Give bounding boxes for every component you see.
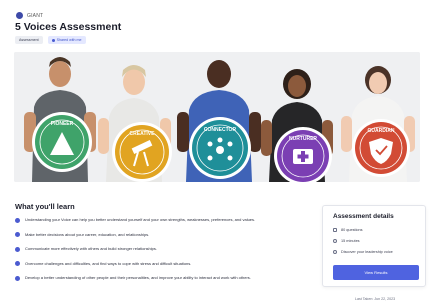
bullet-icon (15, 261, 20, 266)
category-tag: Assessment (15, 36, 43, 44)
guardian-badge: GUARDIAN (352, 119, 410, 177)
connector-label: CONNECTOR (204, 127, 237, 133)
details-title: Assessment details (333, 213, 394, 220)
list-item-text: Develop a better understanding of other … (25, 275, 251, 280)
list-item: Develop a better understanding of other … (15, 275, 300, 281)
shared-tag-label: Shared with me (56, 38, 82, 42)
hero-illustration: PIONEER CREATIVE CONNECTOR NURTURER GUAR… (14, 52, 420, 182)
page-title: 5 Voices Assessment (15, 21, 122, 33)
pioneer-label: PIONEER (51, 121, 74, 127)
duration-row: 15 minutes (333, 239, 360, 243)
assessment-details-card: Assessment details 80 questions 15 minut… (322, 205, 426, 287)
shared-icon (51, 38, 55, 42)
list-item: Communicate more effectively with others… (15, 246, 300, 252)
creative-label: CREATIVE (130, 131, 156, 137)
discover-row: Discover your leadership voice (333, 250, 393, 254)
last-taken-text: Last Taken: Jun 22, 2023 (355, 297, 396, 301)
brand: GIANT (16, 12, 43, 19)
list-icon (333, 228, 337, 232)
clock-icon (333, 239, 337, 243)
list-item: Overcome challenges and difficulties, an… (15, 260, 300, 266)
list-item-text: Understanding your Voice can help you be… (25, 217, 256, 222)
list-item-text: Make better decisions about your career,… (25, 231, 150, 237)
bullet-icon (15, 275, 20, 281)
questions-count: 80 questions (341, 228, 363, 232)
questions-row: 80 questions (333, 228, 363, 232)
tag-row: Assessment Shared with me (15, 36, 86, 44)
shared-tag: Shared with me (47, 36, 86, 44)
brand-name: GIANT (27, 12, 44, 19)
bullet-icon (15, 246, 20, 252)
hero-image: PIONEER CREATIVE CONNECTOR NURTURER GUAR… (14, 52, 420, 182)
creative-badge: CREATIVE (112, 122, 172, 182)
connector-badge: CONNECTOR (189, 117, 251, 179)
giant-logo-icon (16, 12, 23, 19)
bullet-icon (15, 217, 20, 223)
list-item-text: Communicate more effectively with others… (25, 246, 157, 251)
discover-text: Discover your leadership voice (341, 250, 393, 254)
view-results-button[interactable]: View Results (333, 265, 419, 280)
voice-icon (333, 250, 337, 254)
medical-kit-icon (293, 149, 313, 164)
learn-heading: What you'll learn (15, 202, 75, 211)
list-item: Make better decisions about your career,… (15, 231, 300, 237)
bullet-icon (15, 232, 20, 237)
learn-list: Understanding your Voice can help you be… (15, 217, 300, 290)
duration-text: 15 minutes (341, 239, 360, 243)
list-item: Understanding your Voice can help you be… (15, 217, 300, 223)
pioneer-badge: PIONEER (32, 112, 92, 172)
nurturer-label: NURTURER (289, 136, 317, 142)
list-item-text: Overcome challenges and difficulties, an… (25, 260, 192, 266)
guardian-label: GUARDIAN (368, 128, 395, 134)
